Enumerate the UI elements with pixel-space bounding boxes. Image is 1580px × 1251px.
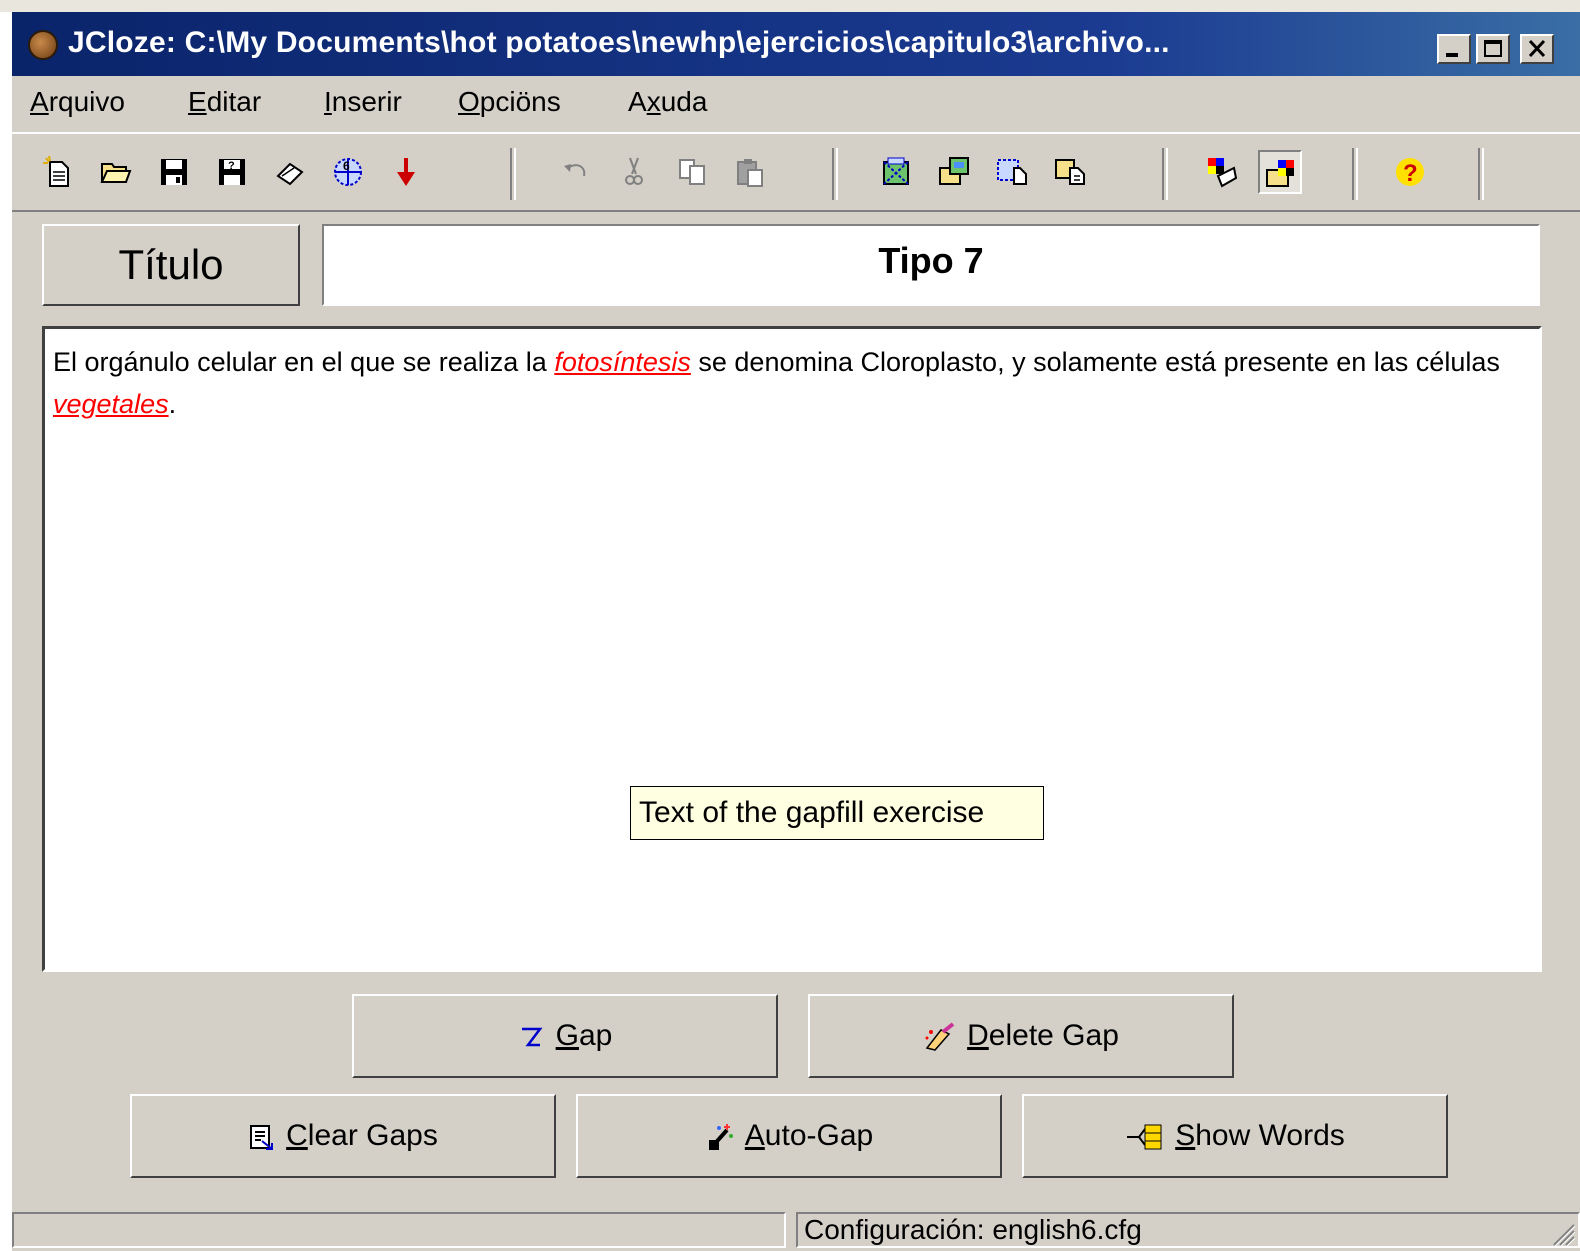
minimize-button[interactable] (1437, 34, 1471, 64)
create-page-icon (939, 157, 969, 185)
maximize-button[interactable] (1476, 34, 1510, 64)
undo-icon (564, 164, 586, 177)
delete-gap-button[interactable]: Delete Gap (808, 994, 1234, 1078)
create-drag-drop-page-icon (997, 159, 1027, 185)
create-page-button[interactable] (932, 150, 976, 194)
status-bar: Configuración: english6.cfg (12, 1208, 1580, 1251)
red-down-arrow-icon (397, 158, 415, 186)
show-words-button[interactable]: Show Words (1022, 1094, 1448, 1178)
maximize-icon (1484, 40, 1502, 57)
clear-gaps-icon (250, 1125, 274, 1151)
exercise-text: . (168, 389, 177, 419)
svg-text:?: ? (228, 160, 235, 172)
web-6-icon: 6 (334, 158, 362, 186)
hot-potatoes-app-icon[interactable] (28, 30, 58, 60)
open-folder-icon (100, 163, 132, 183)
config-icon (1266, 160, 1294, 187)
create-hand-page-button[interactable] (1048, 150, 1092, 194)
svg-text:6: 6 (343, 159, 350, 173)
create-web-page-icon (883, 157, 909, 185)
save-button[interactable] (152, 150, 196, 194)
menu-bar: Arquivo Editar Inserir Opciöns Axuda (12, 80, 1580, 126)
svg-text:?: ? (1403, 160, 1418, 187)
new-file-icon (43, 155, 69, 187)
background-window-strip (0, 0, 1580, 12)
exercise-text: se denomina Cloroplasto, y solamente est… (690, 347, 1500, 377)
toolbar-separator (1478, 148, 1484, 200)
new-button[interactable] (36, 150, 80, 194)
status-panel-left (12, 1212, 786, 1248)
web-6-button[interactable]: 6 (326, 150, 370, 194)
toolbar-separator (510, 148, 516, 200)
open-button[interactable] (94, 150, 138, 194)
gap-button[interactable]: Gap (352, 994, 778, 1078)
auto-gap-button[interactable]: Auto-Gap (576, 1094, 1002, 1178)
menu-opcions[interactable]: Opciöns (458, 86, 561, 118)
menu-inserir[interactable]: Inserir (324, 86, 402, 118)
paste-button[interactable] (728, 150, 772, 194)
colors-button[interactable] (1200, 150, 1244, 194)
create-web-page-button[interactable] (874, 150, 918, 194)
resize-grip-icon[interactable] (1548, 1219, 1576, 1247)
colors-icon (1208, 158, 1238, 188)
save-icon (161, 159, 187, 185)
jcloze-window: JCloze: C:\My Documents\hot potatoes\new… (12, 12, 1580, 1251)
create-hand-page-icon (1055, 159, 1085, 185)
gap-word[interactable]: vegetales (53, 389, 169, 419)
cut-button[interactable] (612, 150, 656, 194)
toolbar-separator (1162, 148, 1168, 200)
copy-button[interactable] (670, 150, 714, 194)
cut-icon (625, 157, 643, 185)
export-button[interactable] (384, 150, 428, 194)
toolbar: ? 6 ? (12, 132, 1580, 212)
toolbar-separator (1352, 148, 1358, 200)
title-input[interactable]: Tipo 7 (322, 224, 1540, 306)
config-button[interactable] (1258, 150, 1302, 194)
gap-word[interactable]: fotosíntesis (554, 347, 691, 377)
eraser-icon (276, 162, 304, 186)
exercise-text-area[interactable]: El orgánulo celular en el que se realiza… (42, 326, 1542, 972)
undo-button[interactable] (554, 150, 598, 194)
minimize-icon (1446, 53, 1458, 57)
toolbar-separator (832, 148, 838, 200)
menu-axuda[interactable]: Axuda (628, 86, 707, 118)
copy-icon (679, 159, 705, 185)
close-button[interactable] (1520, 34, 1554, 64)
window-title: JCloze: C:\My Documents\hot potatoes\new… (68, 26, 1170, 59)
tooltip: Text of the gapfill exercise (630, 786, 1044, 840)
menu-editar[interactable]: Editar (188, 86, 261, 118)
gap-icon (521, 1027, 543, 1047)
status-config: Configuración: english6.cfg (796, 1212, 1580, 1248)
help-icon: ? (1396, 158, 1424, 187)
create-drag-drop-button[interactable] (990, 150, 1034, 194)
help-button[interactable]: ? (1388, 150, 1432, 194)
title-bar[interactable]: JCloze: C:\My Documents\hot potatoes\new… (12, 12, 1580, 76)
save-as-icon: ? (219, 159, 245, 185)
title-label[interactable]: Título (42, 224, 300, 306)
delete-gap-icon (925, 1022, 955, 1051)
show-words-icon (1127, 1124, 1162, 1150)
clear-gaps-button[interactable]: Clear Gaps (130, 1094, 556, 1178)
close-icon (1528, 39, 1546, 58)
magic-wand-icon (708, 1124, 733, 1151)
paste-icon (737, 159, 763, 187)
eraser-button[interactable] (268, 150, 312, 194)
menu-arquivo[interactable]: Arquivo (30, 86, 125, 118)
exercise-text: El orgánulo celular en el que se realiza… (53, 347, 555, 377)
save-as-button[interactable]: ? (210, 150, 254, 194)
